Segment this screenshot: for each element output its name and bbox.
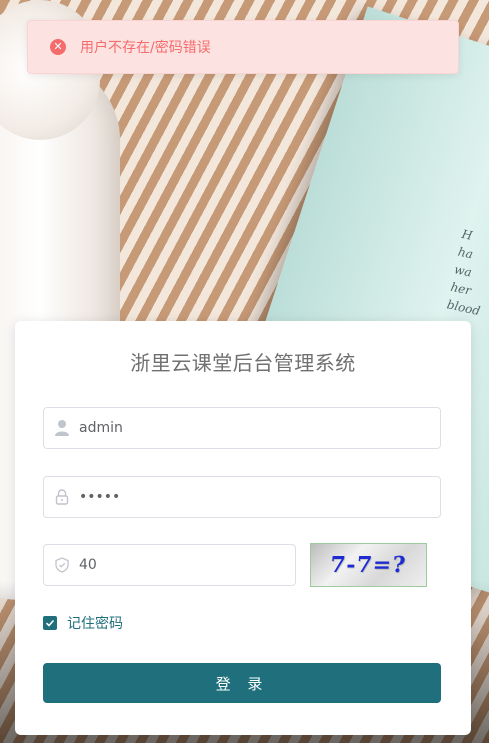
remember-password[interactable]: 记住密码 xyxy=(43,613,123,633)
password-field[interactable]: ••••• xyxy=(43,476,441,518)
captcha-value: 40 xyxy=(79,557,97,573)
captcha-field[interactable]: 40 xyxy=(43,544,296,586)
user-icon xyxy=(55,420,69,436)
remember-label: 记住密码 xyxy=(67,616,123,632)
lock-icon xyxy=(55,489,69,505)
captcha-image[interactable]: 7-7=? xyxy=(310,543,427,587)
username-field[interactable]: admin xyxy=(43,407,441,449)
login-button[interactable]: 登 录 xyxy=(43,663,441,703)
page-title: 浙里云课堂后台管理系统 xyxy=(130,351,356,375)
username-value: admin xyxy=(79,420,123,436)
alert-message: 用户不存在/密码错误 xyxy=(80,40,211,56)
check-icon xyxy=(45,619,55,627)
login-card: 浙里云课堂后台管理系统 admin ••••• 40 7-7=? 记住密码 登 … xyxy=(15,321,471,735)
shield-icon xyxy=(55,557,69,573)
remember-checkbox[interactable] xyxy=(43,616,57,630)
captcha-image-text: 7-7=? xyxy=(329,552,408,578)
close-circle-icon: ✕ xyxy=(50,39,66,55)
error-alert: ✕ 用户不存在/密码错误 xyxy=(27,20,459,74)
password-value: ••••• xyxy=(79,489,121,505)
